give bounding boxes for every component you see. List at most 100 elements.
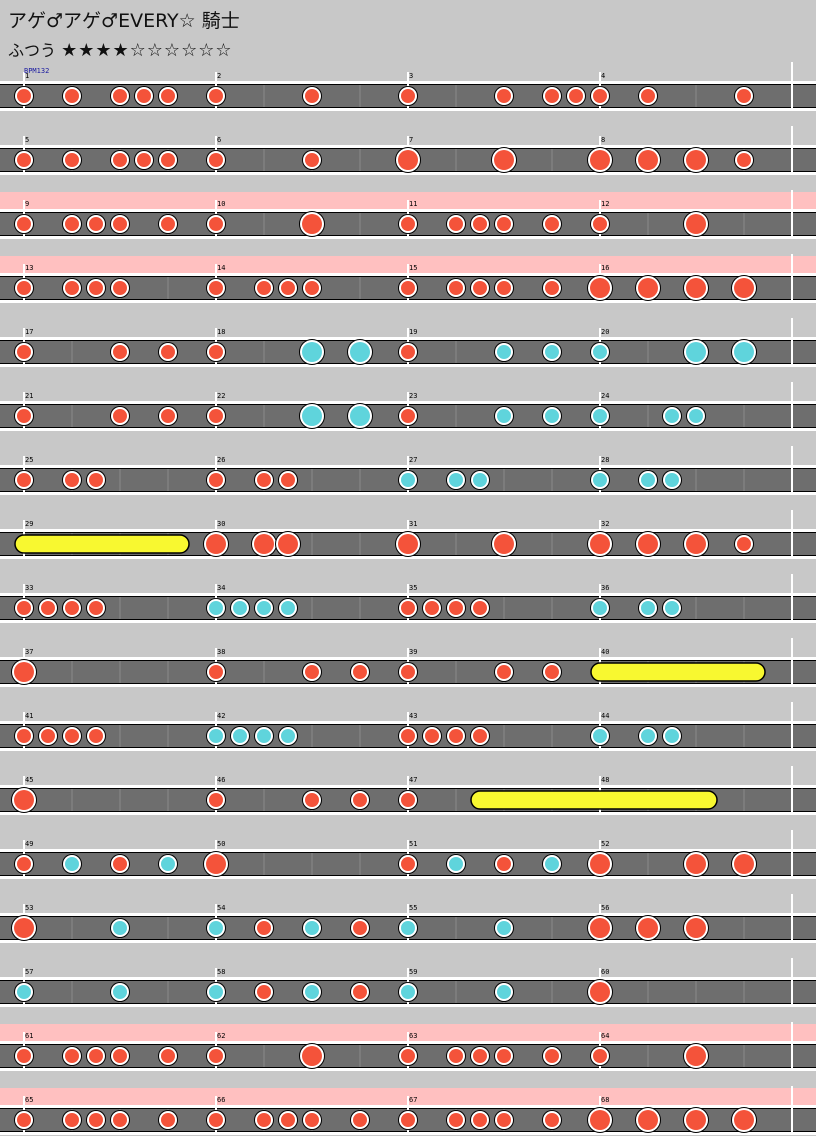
don-note [113, 1049, 127, 1063]
ka-note [65, 857, 79, 871]
don-note [17, 409, 31, 423]
don-note [449, 217, 463, 231]
don-note [401, 1049, 415, 1063]
don-note [113, 409, 127, 423]
don-big-note [686, 214, 706, 234]
ka-note [401, 985, 415, 999]
measure-number: 23 [409, 392, 417, 400]
don-big-note [686, 150, 706, 170]
ka-note [593, 409, 607, 423]
measure-number: 22 [217, 392, 225, 400]
don-note [545, 1049, 559, 1063]
don-note [401, 217, 415, 231]
don-note [353, 665, 367, 679]
ka-note [281, 729, 295, 743]
don-note [113, 281, 127, 295]
don-big-note [590, 982, 610, 1002]
don-note [401, 793, 415, 807]
measure-number: 11 [409, 200, 417, 208]
don-note [209, 665, 223, 679]
don-note [497, 665, 511, 679]
ka-note [449, 473, 463, 487]
don-big-note [590, 1110, 610, 1130]
don-note [209, 1113, 223, 1127]
don-note [545, 89, 559, 103]
don-note [401, 729, 415, 743]
don-big-note [590, 854, 610, 874]
don-note [449, 1113, 463, 1127]
don-note [401, 857, 415, 871]
ka-note [545, 409, 559, 423]
don-note [353, 921, 367, 935]
don-note [137, 153, 151, 167]
don-big-note [254, 534, 274, 554]
don-note [497, 89, 511, 103]
measure-number: 68 [601, 1096, 609, 1104]
don-note [593, 89, 607, 103]
ka-note [209, 601, 223, 615]
don-note [17, 1113, 31, 1127]
ka-note [161, 857, 175, 871]
don-note [17, 89, 31, 103]
measure-number: 62 [217, 1032, 225, 1040]
ka-note [209, 921, 223, 935]
don-note [17, 729, 31, 743]
ka-note [497, 409, 511, 423]
don-big-note [734, 854, 754, 874]
don-note [473, 1113, 487, 1127]
don-note [305, 281, 319, 295]
don-note [209, 793, 223, 807]
don-note [17, 217, 31, 231]
don-note [425, 601, 439, 615]
measure-number: 61 [25, 1032, 33, 1040]
don-note [425, 729, 439, 743]
ka-big-note [302, 406, 322, 426]
don-big-note [638, 150, 658, 170]
don-note [257, 473, 271, 487]
don-note [353, 1113, 367, 1127]
don-note [161, 409, 175, 423]
ka-note [641, 473, 655, 487]
ka-note [497, 921, 511, 935]
measure-number: 5 [25, 136, 29, 144]
don-big-note [590, 534, 610, 554]
measure-number: 57 [25, 968, 33, 976]
measure-number: 3 [409, 72, 413, 80]
don-note [65, 1049, 79, 1063]
don-note [209, 217, 223, 231]
measure-number: 56 [601, 904, 609, 912]
ka-note [665, 473, 679, 487]
don-note [281, 473, 295, 487]
measure-number: 25 [25, 456, 33, 464]
measure-number: 35 [409, 584, 417, 592]
don-note [65, 217, 79, 231]
measure-number: 10 [217, 200, 225, 208]
don-note [401, 345, 415, 359]
don-note [473, 217, 487, 231]
don-note [113, 857, 127, 871]
ka-big-note [686, 342, 706, 362]
ka-note [593, 473, 607, 487]
don-note [17, 281, 31, 295]
ka-note [257, 729, 271, 743]
measure-number: 7 [409, 136, 413, 144]
measure-number: 16 [601, 264, 609, 272]
measure-number: 58 [217, 968, 225, 976]
don-big-note [494, 150, 514, 170]
don-note [257, 1113, 271, 1127]
don-big-note [14, 790, 34, 810]
measure-number: 53 [25, 904, 33, 912]
don-note [161, 89, 175, 103]
measure-number: 40 [601, 648, 609, 656]
don-big-note [14, 662, 34, 682]
measure-number: 43 [409, 712, 417, 720]
don-big-note [14, 918, 34, 938]
measure-number: 9 [25, 200, 29, 208]
don-note [17, 153, 31, 167]
don-note [209, 473, 223, 487]
measure-number: 12 [601, 200, 609, 208]
don-big-note [686, 854, 706, 874]
measure-number: 15 [409, 264, 417, 272]
measure-number: 27 [409, 456, 417, 464]
don-note [401, 665, 415, 679]
